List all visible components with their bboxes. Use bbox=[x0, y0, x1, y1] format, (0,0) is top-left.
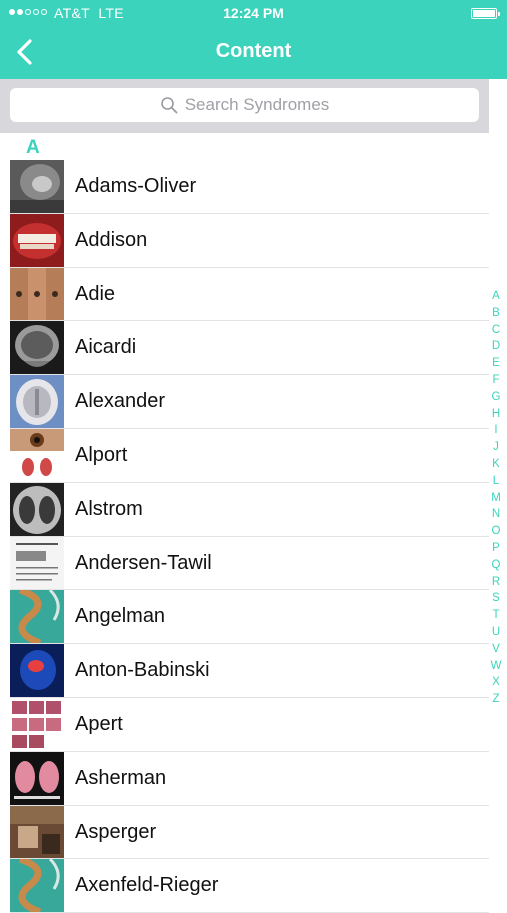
list-item-label: Alstrom bbox=[75, 497, 143, 520]
index-letter-r[interactable]: R bbox=[492, 574, 500, 591]
index-letter-c[interactable]: C bbox=[492, 322, 500, 339]
thumbnail-image bbox=[10, 482, 64, 536]
list-item-label: Asperger bbox=[75, 820, 157, 843]
list-item[interactable]: Andersen-Tawil bbox=[0, 536, 489, 591]
index-letter-s[interactable]: S bbox=[492, 590, 500, 607]
list-item[interactable]: Alexander bbox=[0, 375, 489, 429]
list-item-label: Adie bbox=[75, 282, 116, 305]
list-item[interactable]: Axenfeld-Rieger bbox=[0, 859, 489, 913]
list-item[interactable]: Angelman bbox=[0, 590, 489, 644]
index-letter-d[interactable]: D bbox=[492, 338, 500, 355]
list-item[interactable]: Alstrom bbox=[0, 482, 489, 537]
index-letter-l[interactable]: L bbox=[493, 473, 499, 490]
list-item-label: Adams-Oliver bbox=[75, 175, 197, 197]
list-item[interactable]: Addison bbox=[0, 213, 489, 268]
status-time: 12:24 PM bbox=[223, 5, 284, 21]
list-item-label: Axenfeld-Rieger bbox=[75, 874, 219, 897]
index-letter-f[interactable]: F bbox=[492, 372, 499, 389]
thumbnail-image bbox=[10, 267, 64, 321]
list-item-label: Alport bbox=[75, 443, 128, 466]
list-item-label: Alexander bbox=[75, 390, 166, 413]
thumbnail-image bbox=[10, 590, 64, 644]
section-index-bar[interactable]: A B C D E F G H I J K L M N O P Q R S T … bbox=[489, 288, 503, 708]
search-placeholder: Search Syndromes bbox=[184, 95, 330, 114]
index-letter-n[interactable]: N bbox=[492, 506, 500, 523]
list-item[interactable]: Adie bbox=[0, 267, 489, 322]
thumbnail-image bbox=[10, 805, 64, 859]
thumbnail-image bbox=[10, 697, 64, 751]
index-letter-z[interactable]: Z bbox=[492, 691, 499, 708]
app-header: AT&T LTE 12:24 PM Content bbox=[0, 0, 507, 79]
list-item-label: Aicardi bbox=[75, 336, 137, 359]
thumbnail-image bbox=[10, 859, 64, 913]
status-bar: AT&T LTE 12:24 PM bbox=[0, 0, 507, 28]
list-item[interactable]: Adams-Oliver bbox=[0, 160, 489, 214]
list-item-label: Angelman bbox=[75, 605, 166, 628]
index-letter-a[interactable]: A bbox=[492, 288, 500, 305]
thumbnail-image bbox=[10, 321, 64, 375]
list-item[interactable]: Apert bbox=[0, 697, 489, 752]
thumbnail-image bbox=[10, 375, 64, 429]
index-letter-v[interactable]: V bbox=[492, 641, 500, 658]
search-icon bbox=[160, 97, 178, 114]
page-title: Content bbox=[215, 40, 292, 62]
syndrome-list: Adams-Oliver Addison Adie Aicardi Alexan… bbox=[0, 160, 489, 913]
thumbnail-image bbox=[10, 160, 64, 213]
index-letter-u[interactable]: U bbox=[492, 624, 500, 641]
list-item[interactable]: Asperger bbox=[0, 805, 489, 860]
index-letter-g[interactable]: G bbox=[492, 389, 501, 406]
thumbnail-image bbox=[10, 644, 64, 698]
list-item-label: Addison bbox=[75, 228, 148, 251]
index-letter-o[interactable]: O bbox=[492, 523, 501, 540]
thumbnail-image bbox=[10, 751, 64, 805]
battery-icon bbox=[471, 8, 500, 19]
list-item[interactable]: Asherman bbox=[0, 751, 489, 806]
list-item-label: Asherman bbox=[75, 766, 167, 789]
thumbnail-image bbox=[10, 536, 64, 590]
index-letter-q[interactable]: Q bbox=[492, 557, 501, 574]
index-letter-k[interactable]: K bbox=[492, 456, 500, 473]
list-item[interactable]: Anton-Babinski bbox=[0, 644, 489, 698]
index-letter-w[interactable]: W bbox=[491, 658, 502, 675]
list-item[interactable]: Alport bbox=[0, 428, 489, 483]
index-letter-p[interactable]: P bbox=[492, 540, 500, 557]
index-letter-i[interactable]: I bbox=[494, 422, 497, 439]
list-item-label: Apert bbox=[75, 712, 123, 735]
list-item[interactable]: Aicardi bbox=[0, 321, 489, 375]
index-letter-t[interactable]: T bbox=[492, 607, 499, 624]
index-letter-b[interactable]: B bbox=[492, 305, 500, 322]
list-item-label: Andersen-Tawil bbox=[75, 551, 212, 574]
index-letter-h[interactable]: H bbox=[492, 406, 500, 423]
search-input[interactable]: Search Syndromes bbox=[10, 88, 479, 122]
thumbnail-image bbox=[10, 213, 64, 267]
thumbnail-image bbox=[10, 428, 64, 482]
index-letter-e[interactable]: E bbox=[492, 355, 500, 372]
search-bar: Search Syndromes bbox=[0, 79, 489, 133]
index-letter-j[interactable]: J bbox=[493, 439, 499, 456]
list-item-label: Anton-Babinski bbox=[75, 659, 210, 682]
index-letter-m[interactable]: M bbox=[491, 490, 501, 507]
section-header-a: A bbox=[26, 137, 40, 158]
index-letter-x[interactable]: X bbox=[492, 674, 500, 691]
